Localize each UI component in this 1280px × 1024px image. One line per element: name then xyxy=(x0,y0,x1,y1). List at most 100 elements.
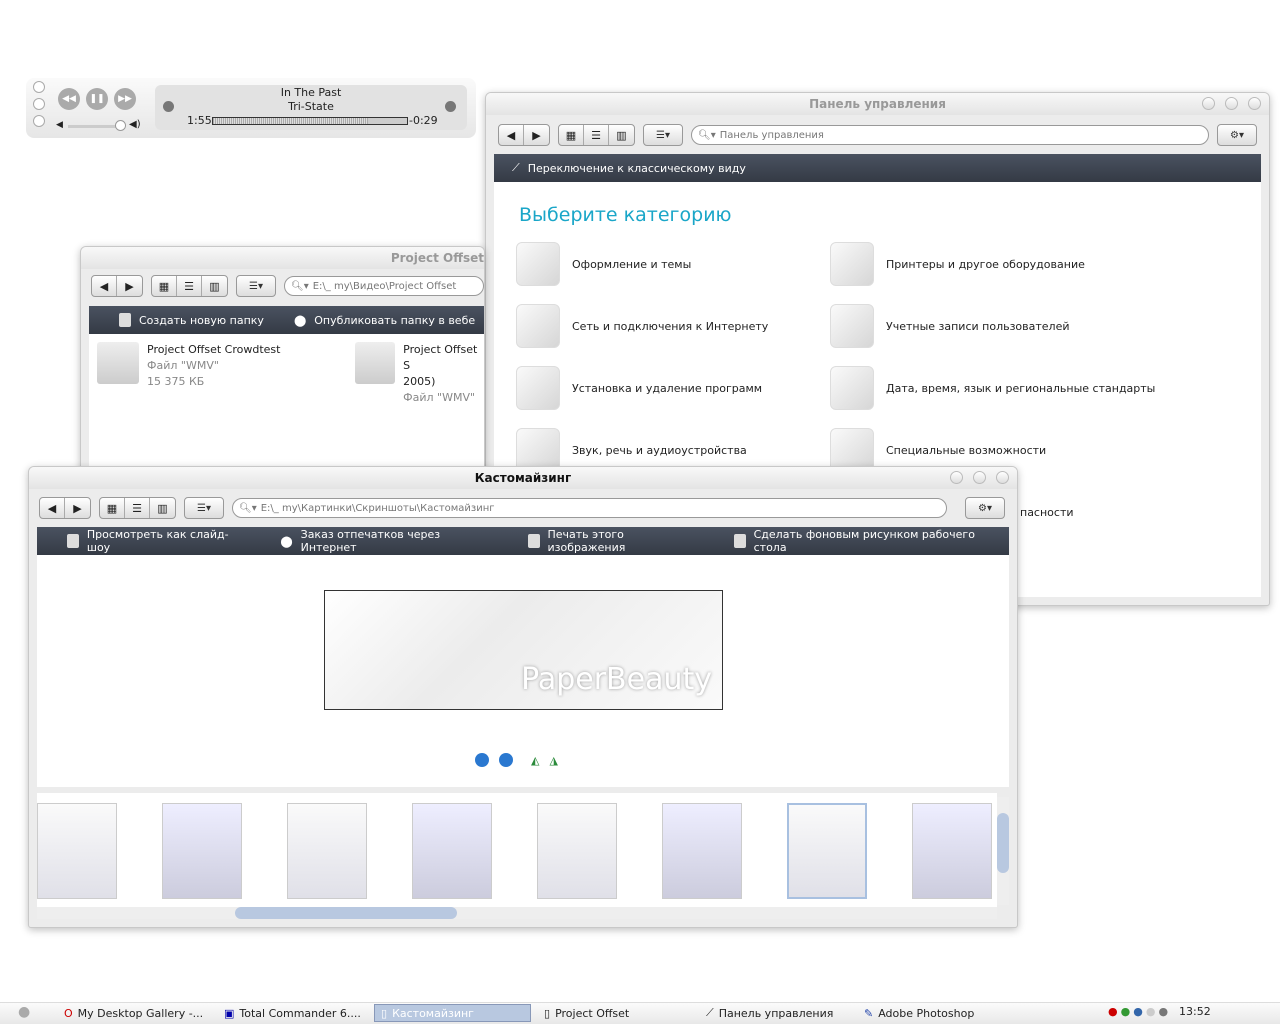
publish-folder-link[interactable]: ⬤ Опубликовать папку в вебе xyxy=(294,314,475,327)
volume-knob[interactable] xyxy=(115,120,126,131)
category-security[interactable]: пасности xyxy=(1020,506,1074,519)
taskbar-item[interactable]: O My Desktop Gallery -... xyxy=(58,1004,209,1022)
customizing-window: Кастомайзинг ◀ ▶ ▦ ☰ ▥ ☰▾ 🔍︎▾ E:\_ my\Картин… xyxy=(28,466,1018,928)
gear-button[interactable]: ⚙▾ xyxy=(965,497,1005,519)
clock: 13:52 xyxy=(1179,1005,1211,1018)
remaining-time: -0:29 xyxy=(409,114,438,127)
thumbnail[interactable] xyxy=(37,803,117,899)
back-icon: ◀ xyxy=(499,125,524,145)
rotate-left-icon[interactable]: ◭ xyxy=(531,754,539,767)
category-network[interactable]: Сеть и подключения к Интернету xyxy=(516,304,768,348)
slideshow-link[interactable]: Просмотреть как слайд-шоу xyxy=(67,528,250,554)
total-commander-icon: ▣ xyxy=(224,1006,235,1020)
window-button[interactable] xyxy=(33,81,45,93)
thumbnail[interactable] xyxy=(662,803,742,899)
volume-high-icon: ◀) xyxy=(129,119,141,130)
thumbnail[interactable] xyxy=(412,803,492,899)
previous-image-icon[interactable] xyxy=(475,753,489,767)
video-file-icon xyxy=(355,342,396,384)
thumbnail[interactable] xyxy=(537,803,617,899)
nav-buttons[interactable]: ◀ ▶ xyxy=(91,275,143,297)
gear-button[interactable]: ⚙▾ xyxy=(1217,124,1257,146)
control-panel-icon: ⟋ xyxy=(706,1006,714,1019)
horizontal-scrollbar[interactable] xyxy=(37,907,997,919)
set-wallpaper-link[interactable]: Сделать фоновым рисунком рабочего стола xyxy=(733,528,1009,554)
taskbar-item[interactable]: ▣ Total Commander 6.... xyxy=(218,1004,367,1022)
photoshop-icon: ✎ xyxy=(864,1006,874,1020)
volume-tray-icon: ● xyxy=(1145,1005,1156,1018)
forward-icon[interactable]: ▶▶ xyxy=(114,88,136,110)
print-icon xyxy=(527,534,540,548)
network-tray-icon: ● xyxy=(1133,1005,1143,1018)
category-programs[interactable]: Установка и удаление программ xyxy=(516,366,762,410)
disk-tray-icon: ● xyxy=(1158,1005,1169,1018)
window-controls[interactable] xyxy=(1202,97,1261,110)
window-controls[interactable] xyxy=(950,471,1009,484)
window-button[interactable] xyxy=(33,115,45,127)
window-title: Project Offset xyxy=(81,247,484,269)
category-themes[interactable]: Оформление и темы xyxy=(516,242,691,286)
view-buttons[interactable]: ▦ ☰ ▥ xyxy=(99,497,176,519)
pause-icon[interactable]: ❚❚ xyxy=(86,88,108,110)
arrange-button[interactable]: ☰▾ xyxy=(236,275,276,297)
search-input[interactable]: 🔍︎▾ Панель управления xyxy=(691,125,1209,145)
view-buttons[interactable]: ▦ ☰ ▥ xyxy=(558,124,635,146)
folder-icon: ▯ xyxy=(381,1006,388,1020)
taskbar-item[interactable]: ⟋ Панель управления xyxy=(700,1004,839,1022)
print-link[interactable]: Печать этого изображения xyxy=(527,528,704,554)
progress-bar[interactable] xyxy=(212,117,408,125)
file-item[interactable]: Project Offset S 2005) Файл "WMV" xyxy=(355,342,484,406)
search-input[interactable]: 🔍︎▾ E:\_ my\Видео\Project Offset xyxy=(284,276,484,296)
thumbnail[interactable] xyxy=(287,803,367,899)
opera-tray-icon: ● xyxy=(1108,1005,1118,1018)
volume-low-icon: ◀ xyxy=(56,120,63,130)
order-prints-link[interactable]: ⬤ Заказ отпечатков через Интернет xyxy=(280,528,497,554)
thumbnail-strip xyxy=(37,793,997,908)
globe-icon: ⬤ xyxy=(293,313,307,327)
icons-view-icon: ▦ xyxy=(559,125,584,145)
taskbar-item[interactable]: ▯ Project Offset xyxy=(538,1004,635,1022)
thumbnail[interactable] xyxy=(787,803,867,899)
track-artist: Tri-State xyxy=(288,100,334,113)
thumbnail[interactable] xyxy=(162,803,242,899)
rotate-right-icon[interactable]: ◮ xyxy=(549,754,557,767)
apple-start-icon[interactable]: ● xyxy=(18,1004,30,1020)
view-buttons[interactable]: ▦ ☰ ▥ xyxy=(151,275,228,297)
folder-icon xyxy=(119,313,131,327)
arrange-button[interactable]: ☰▾ xyxy=(643,124,683,146)
taskbar-item-active[interactable]: ▯ Кастомайзинг xyxy=(374,1004,531,1022)
category-printers[interactable]: Принтеры и другое оборудование xyxy=(830,242,1085,286)
search-icon: 🔍︎▾ xyxy=(291,280,309,292)
category-datetime[interactable]: Дата, время, язык и региональные стандар… xyxy=(830,366,1155,410)
system-tray: ● ● ● ● ● 13:52 xyxy=(1108,1005,1211,1018)
image-preview: PaperBeauty xyxy=(324,590,723,710)
add-remove-icon xyxy=(516,366,560,410)
wallpaper-icon xyxy=(733,534,746,548)
volume-slider[interactable] xyxy=(68,125,120,128)
vertical-scrollbar[interactable] xyxy=(997,797,1009,905)
classic-view-link[interactable]: ⟋ Переключение к классическому виду xyxy=(512,161,746,175)
columns-view-icon: ▥ xyxy=(616,128,627,142)
track-title: In The Past xyxy=(280,86,342,99)
window-title: Кастомайзинг xyxy=(29,467,1017,489)
music-tray-icon: ● xyxy=(1120,1005,1131,1018)
nav-buttons[interactable]: ◀ ▶ xyxy=(39,497,91,519)
nav-buttons[interactable]: ◀ ▶ xyxy=(498,124,550,146)
network-plug-icon xyxy=(516,304,560,348)
new-folder-link[interactable]: Создать новую папку xyxy=(119,313,264,327)
back-icon: ◀ xyxy=(40,498,65,518)
globe-icon: ⬤ xyxy=(280,534,293,548)
rewind-icon[interactable]: ◀◀ xyxy=(58,88,80,110)
category-users[interactable]: Учетные записи пользователей xyxy=(830,304,1070,348)
window-button[interactable] xyxy=(33,98,45,110)
file-item[interactable]: Project Offset Crowdtest Файл "WMV" 15 375… xyxy=(97,342,280,390)
media-player: ◀◀ ❚❚ ▶▶ ◀ ◀) In The Past Tri-State 1:55… xyxy=(26,78,476,138)
next-image-icon[interactable] xyxy=(499,753,513,767)
window-title: Панель управления xyxy=(486,93,1269,115)
taskbar-item[interactable]: ✎ Adobe Photoshop xyxy=(858,1004,980,1022)
thumbnail[interactable] xyxy=(912,803,992,899)
arrange-button[interactable]: ☰▾ xyxy=(184,497,224,519)
search-input[interactable]: 🔍︎▾ E:\_ my\Картинки\Скриншоты\Кастомайзи… xyxy=(232,498,947,518)
opera-icon: O xyxy=(64,1006,73,1020)
slideshow-icon xyxy=(67,534,79,548)
